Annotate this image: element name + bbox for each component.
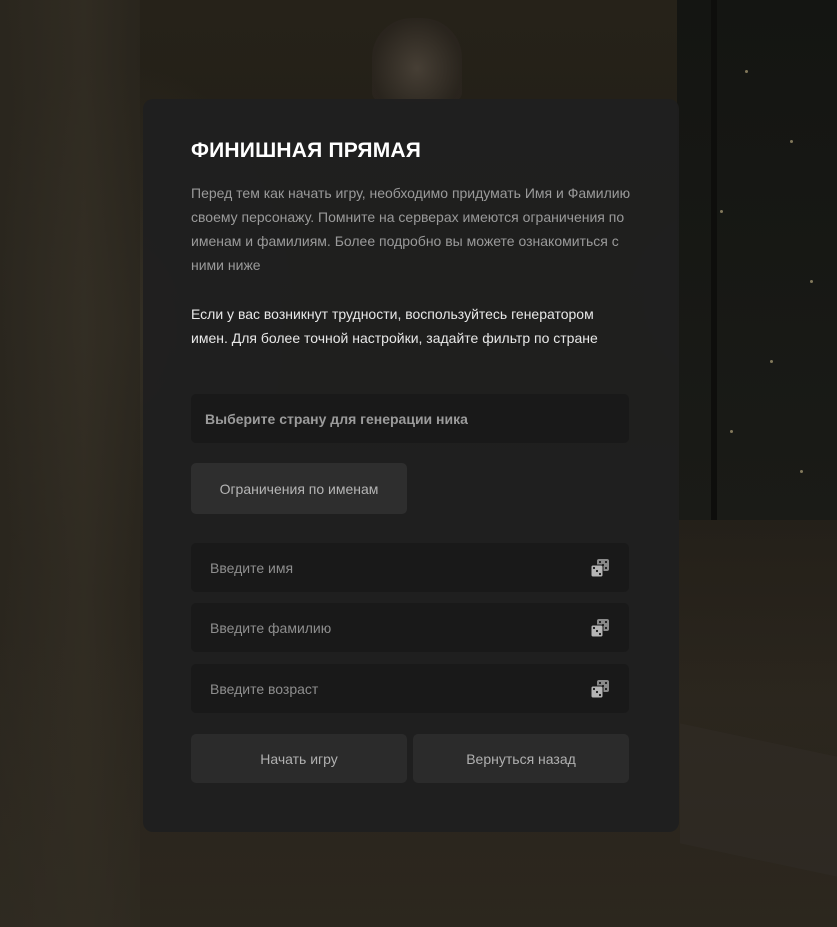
country-select[interactable]: Выберите страну для генерации ника xyxy=(191,394,629,443)
country-select-placeholder: Выберите страну для генерации ника xyxy=(205,410,468,427)
background-city-light xyxy=(790,140,793,143)
age-input[interactable] xyxy=(191,663,590,714)
last-name-input[interactable] xyxy=(191,602,590,653)
first-name-input[interactable] xyxy=(191,542,590,593)
background-window-frame xyxy=(711,0,717,520)
background-character xyxy=(372,18,462,102)
background-city-light xyxy=(770,360,773,363)
dice-icon[interactable] xyxy=(590,679,610,699)
dice-icon[interactable] xyxy=(590,558,610,578)
go-back-button[interactable]: Вернуться назад xyxy=(413,734,629,783)
dice-icon[interactable] xyxy=(590,618,610,638)
name-restrictions-button[interactable]: Ограничения по именам xyxy=(191,463,407,514)
last-name-field xyxy=(191,602,629,653)
first-name-field xyxy=(191,542,629,593)
background-city-light xyxy=(720,210,723,213)
panel-title: ФИНИШНАЯ ПРЯМАЯ xyxy=(191,139,422,162)
start-game-button[interactable]: Начать игру xyxy=(191,734,407,783)
background-window xyxy=(677,0,837,520)
background-city-light xyxy=(745,70,748,73)
background-city-light xyxy=(800,470,803,473)
background-city-light xyxy=(730,430,733,433)
character-creation-panel: ФИНИШНАЯ ПРЯМАЯ Перед тем как начать игр… xyxy=(143,99,679,832)
panel-description: Перед тем как начать игру, необходимо пр… xyxy=(191,185,631,273)
age-field xyxy=(191,663,629,714)
generator-hint: Если у вас возникнут трудности, воспольз… xyxy=(191,306,598,346)
background-city-light xyxy=(810,280,813,283)
